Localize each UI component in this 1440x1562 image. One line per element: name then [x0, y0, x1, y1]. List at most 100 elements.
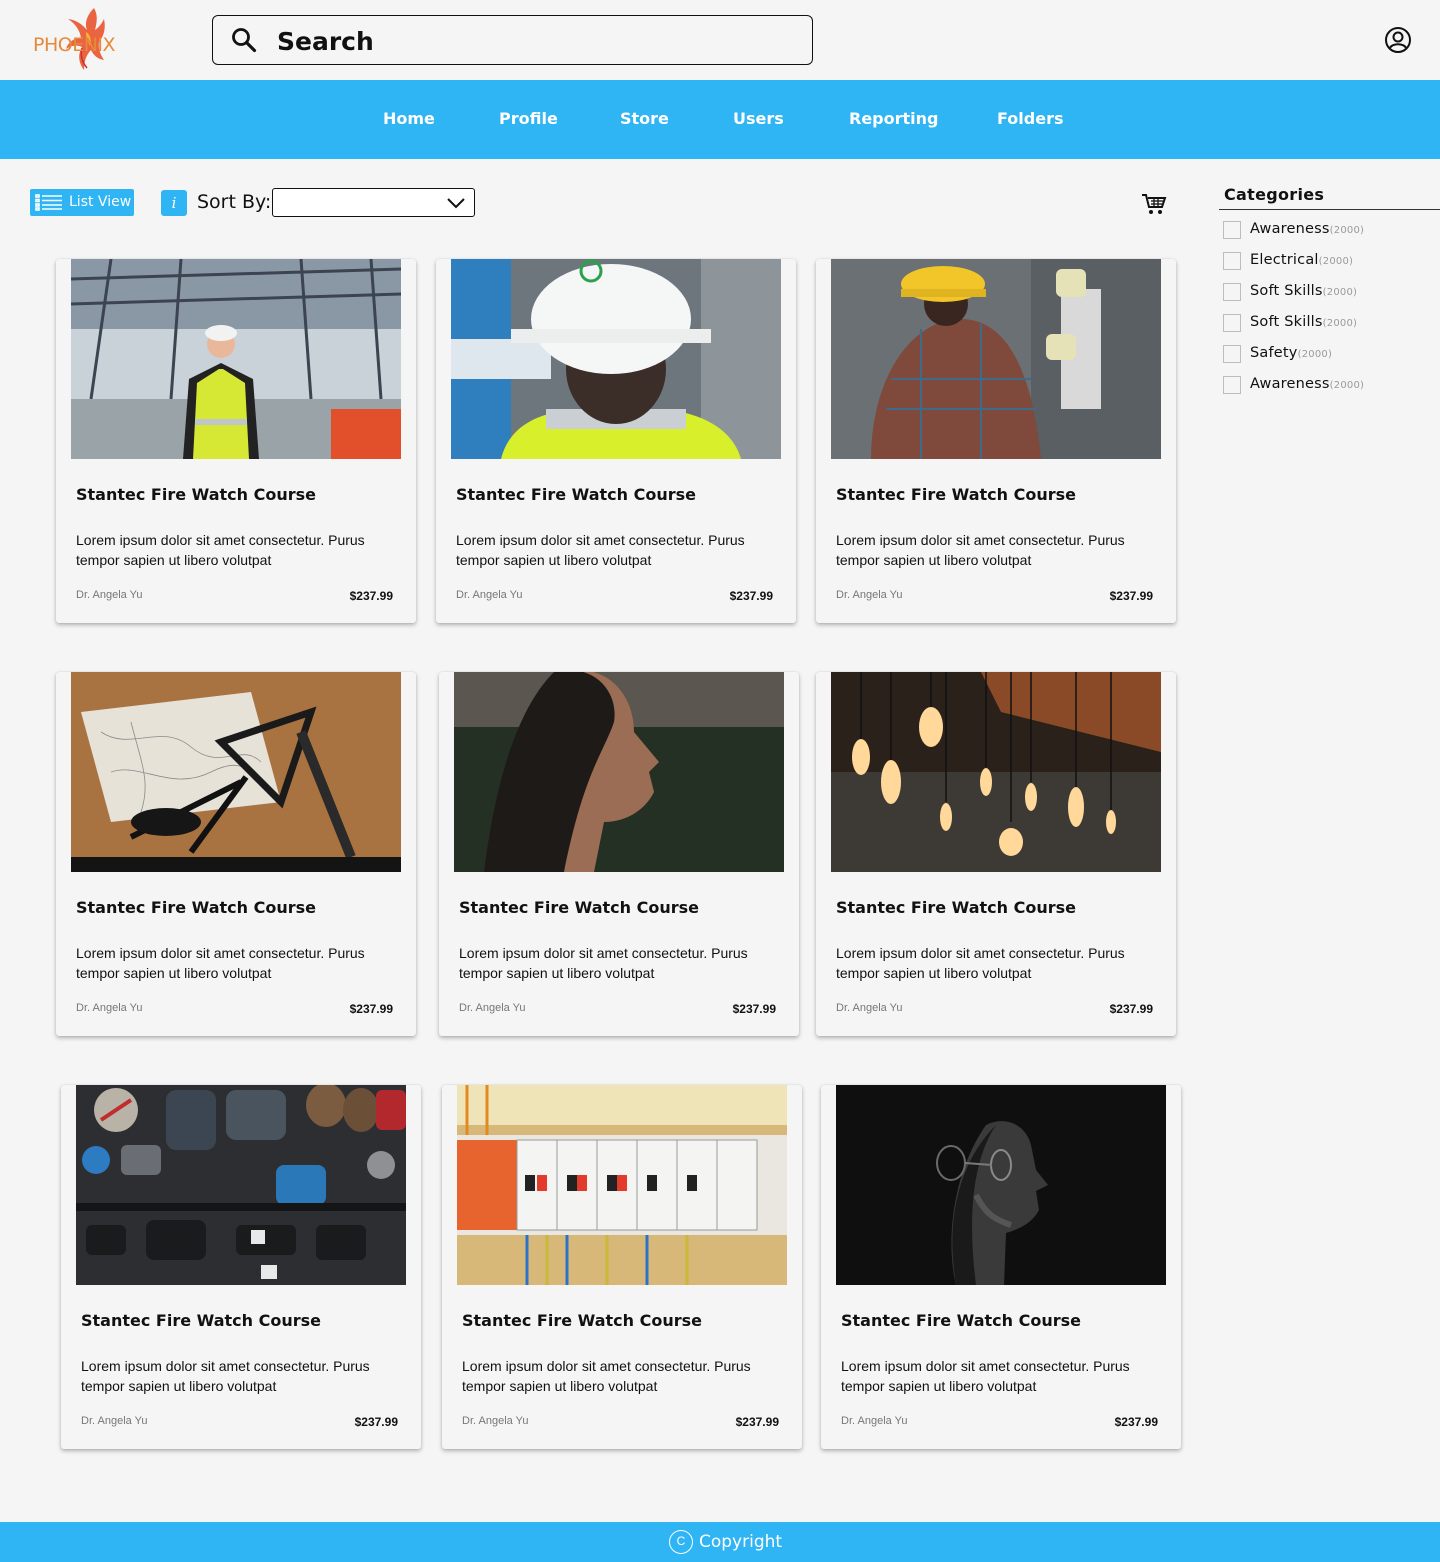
category-label: Soft Skills(2000) — [1250, 283, 1357, 299]
nav-item-folders[interactable]: Folders — [997, 109, 1063, 128]
course-author: Dr. Angela Yu — [462, 1415, 529, 1427]
category-count: (2000) — [1329, 225, 1365, 236]
course-price: $237.99 — [349, 1002, 393, 1016]
course-card[interactable]: Stantec Fire Watch Course Lorem ipsum do… — [56, 259, 416, 623]
hanging-bulbs-image — [831, 672, 1161, 872]
category-count: (2000) — [1322, 287, 1358, 298]
category-count: (2000) — [1329, 380, 1365, 391]
sort-dropdown[interactable] — [272, 188, 475, 217]
course-title[interactable]: Stantec Fire Watch Course — [81, 1311, 321, 1330]
course-author: Dr. Angela Yu — [459, 1002, 526, 1014]
user-account-icon[interactable] — [1384, 26, 1412, 54]
course-description: Lorem ipsum dolor sit amet consectetur. … — [462, 1358, 751, 1394]
search-input[interactable]: Search — [212, 15, 813, 65]
sort-label: Sort By: — [197, 191, 272, 213]
category-checkbox[interactable] — [1223, 221, 1241, 239]
course-author: Dr. Angela Yu — [836, 589, 903, 601]
course-card[interactable]: Stantec Fire Watch Course Lorem ipsum do… — [821, 1085, 1181, 1449]
course-description: Lorem ipsum dolor sit amet consectetur. … — [76, 532, 365, 568]
course-author: Dr. Angela Yu — [841, 1415, 908, 1427]
course-card[interactable]: Stantec Fire Watch Course Lorem ipsum do… — [816, 672, 1176, 1036]
category-name: Electrical — [1250, 252, 1319, 268]
course-card[interactable]: Stantec Fire Watch Course Lorem ipsum do… — [436, 259, 796, 623]
camera-gear-image — [76, 1085, 406, 1285]
nav-item-reporting[interactable]: Reporting — [849, 109, 938, 128]
course-description: Lorem ipsum dolor sit amet consectetur. … — [836, 532, 1125, 568]
nav-item-home[interactable]: Home — [383, 109, 435, 128]
course-description: Lorem ipsum dolor sit amet consectetur. … — [836, 945, 1125, 981]
course-price: $237.99 — [1114, 1415, 1158, 1429]
course-title[interactable]: Stantec Fire Watch Course — [456, 485, 696, 504]
man-glasses-image — [836, 1085, 1166, 1285]
course-price: $237.99 — [349, 589, 393, 603]
search-placeholder: Search — [277, 27, 374, 56]
category-name: Awareness — [1250, 221, 1330, 237]
categories-title: Categories — [1224, 185, 1325, 204]
course-price: $237.99 — [732, 1002, 776, 1016]
course-thumbnail — [831, 259, 1161, 459]
drafting-tools-image — [71, 672, 401, 872]
info-button[interactable]: i — [161, 190, 187, 216]
course-card[interactable]: Stantec Fire Watch Course Lorem ipsum do… — [56, 672, 416, 1036]
phoenix-logo[interactable]: PHOENIX — [28, 4, 144, 76]
category-count: (2000) — [1322, 318, 1358, 329]
course-author: Dr. Angela Yu — [81, 1415, 148, 1427]
course-card[interactable]: Stantec Fire Watch Course Lorem ipsum do… — [442, 1085, 802, 1449]
list-view-label: List View — [69, 194, 132, 210]
course-thumbnail — [76, 1085, 406, 1285]
course-title[interactable]: Stantec Fire Watch Course — [76, 898, 316, 917]
main-nav: Home Profile Store Users Reporting Folde… — [0, 80, 1440, 159]
circuit-breakers-image — [457, 1085, 787, 1285]
category-name: Safety — [1250, 345, 1298, 361]
footer: C Copyright — [0, 1522, 1440, 1562]
list-view-button[interactable]: List View — [30, 189, 134, 216]
category-checkbox[interactable] — [1223, 283, 1241, 301]
course-title[interactable]: Stantec Fire Watch Course — [836, 898, 1076, 917]
course-card[interactable]: Stantec Fire Watch Course Lorem ipsum do… — [439, 672, 799, 1036]
category-checkbox[interactable] — [1223, 314, 1241, 332]
course-title[interactable]: Stantec Fire Watch Course — [76, 485, 316, 504]
categories-divider — [1219, 209, 1440, 210]
course-author: Dr. Angela Yu — [76, 589, 143, 601]
course-thumbnail — [831, 672, 1161, 872]
course-title[interactable]: Stantec Fire Watch Course — [459, 898, 699, 917]
course-thumbnail — [836, 1085, 1166, 1285]
nav-item-profile[interactable]: Profile — [499, 109, 558, 128]
category-checkbox[interactable] — [1223, 252, 1241, 270]
course-card[interactable]: Stantec Fire Watch Course Lorem ipsum do… — [61, 1085, 421, 1449]
course-description: Lorem ipsum dolor sit amet consectetur. … — [76, 945, 365, 981]
category-label: Soft Skills(2000) — [1250, 314, 1357, 330]
course-title[interactable]: Stantec Fire Watch Course — [841, 1311, 1081, 1330]
category-checkbox[interactable] — [1223, 376, 1241, 394]
course-price: $237.99 — [1109, 1002, 1153, 1016]
construction-worker-image — [71, 259, 401, 459]
worker-hard-hat-image — [451, 259, 781, 459]
course-card[interactable]: Stantec Fire Watch Course Lorem ipsum do… — [816, 259, 1176, 623]
category-name: Awareness — [1250, 376, 1330, 392]
nav-item-store[interactable]: Store — [620, 109, 669, 128]
course-author: Dr. Angela Yu — [76, 1002, 143, 1014]
category-name: Soft Skills — [1250, 283, 1323, 299]
logo-text: PHOENIX — [33, 34, 116, 56]
top-header: PHOENIX Search — [0, 0, 1440, 80]
course-price: $237.99 — [1109, 589, 1153, 603]
category-checkbox[interactable] — [1223, 345, 1241, 363]
course-description: Lorem ipsum dolor sit amet consectetur. … — [841, 1358, 1130, 1394]
course-thumbnail — [71, 672, 401, 872]
course-price: $237.99 — [729, 589, 773, 603]
shopping-cart-icon[interactable] — [1141, 192, 1167, 216]
nav-item-users[interactable]: Users — [733, 109, 784, 128]
category-label: Awareness(2000) — [1250, 221, 1364, 237]
course-price: $237.99 — [735, 1415, 779, 1429]
copyright-text: Copyright — [699, 1532, 783, 1552]
course-description: Lorem ipsum dolor sit amet consectetur. … — [81, 1358, 370, 1394]
copyright-icon: C — [669, 1530, 693, 1554]
list-icon — [35, 194, 62, 211]
course-description: Lorem ipsum dolor sit amet consectetur. … — [459, 945, 748, 981]
course-title[interactable]: Stantec Fire Watch Course — [462, 1311, 702, 1330]
chevron-down-icon — [447, 198, 465, 209]
course-title[interactable]: Stantec Fire Watch Course — [836, 485, 1076, 504]
course-description: Lorem ipsum dolor sit amet consectetur. … — [456, 532, 745, 568]
category-label: Awareness(2000) — [1250, 376, 1364, 392]
course-thumbnail — [451, 259, 781, 459]
